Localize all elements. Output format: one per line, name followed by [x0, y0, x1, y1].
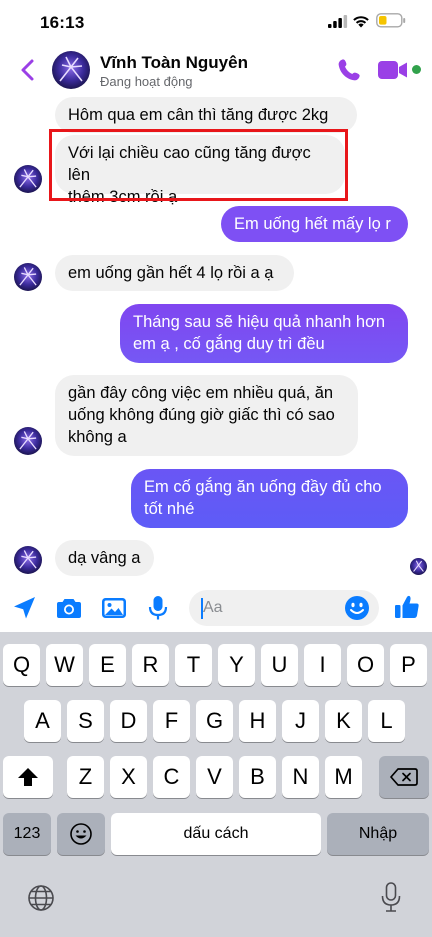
wifi-icon	[353, 16, 369, 28]
key-n[interactable]: N	[282, 756, 319, 798]
message-text-line: không a	[68, 428, 127, 446]
globe-icon[interactable]	[27, 884, 55, 912]
camera-icon[interactable]	[55, 594, 83, 622]
key-c[interactable]: C	[153, 756, 190, 798]
message-composer: Aa	[0, 584, 432, 632]
message-text-line: uống không đúng giờ giấc thì có sao	[68, 406, 335, 424]
message-incoming[interactable]: em uống gần hết 4 lọ rồi a ạ	[55, 255, 294, 291]
key-k[interactable]: K	[325, 700, 362, 742]
avatar-image	[14, 427, 42, 455]
key-e[interactable]: E	[89, 644, 126, 686]
microphone-icon[interactable]	[144, 594, 172, 622]
key-q[interactable]: Q	[3, 644, 40, 686]
key-x[interactable]: X	[110, 756, 147, 798]
key-p[interactable]: P	[390, 644, 427, 686]
location-arrow-icon[interactable]	[11, 594, 39, 622]
sender-avatar[interactable]	[14, 546, 42, 574]
sender-avatar[interactable]	[14, 427, 42, 455]
keyboard: Q W E R T Y U I O P A S D F G H J K L Z …	[0, 632, 432, 937]
message-text-line: em ạ , cố gắng duy trì đều	[133, 335, 325, 353]
status-time: 16:13	[40, 13, 85, 32]
photo-gallery-icon[interactable]	[100, 594, 128, 622]
key-u[interactable]: U	[261, 644, 298, 686]
online-indicator	[412, 65, 421, 74]
avatar-image	[14, 546, 42, 574]
key-r[interactable]: R	[132, 644, 169, 686]
sender-avatar[interactable]	[14, 165, 42, 193]
key-f[interactable]: F	[153, 700, 190, 742]
contact-name[interactable]: Vĩnh Toàn Nguyên	[100, 53, 248, 73]
contact-avatar[interactable]	[52, 51, 90, 89]
shift-key[interactable]	[3, 756, 53, 798]
key-w[interactable]: W	[46, 644, 83, 686]
contact-status: Đang hoạt động	[100, 74, 193, 89]
avatar-image	[410, 558, 427, 575]
key-y[interactable]: Y	[218, 644, 255, 686]
message-text: em uống gần hết 4 lọ rồi a ạ	[68, 264, 274, 282]
avatar-image	[14, 165, 42, 193]
back-button[interactable]	[14, 56, 42, 84]
emoji-keyboard-key[interactable]	[57, 813, 105, 855]
signal-icon	[328, 15, 348, 28]
message-incoming[interactable]: Hôm qua em cân thì tăng được 2kg	[55, 97, 357, 133]
message-text: Hôm qua em cân thì tăng được 2kg	[68, 106, 329, 124]
emoji-keyboard-icon	[70, 823, 92, 845]
message-text: dạ vâng a	[68, 549, 141, 567]
backspace-key[interactable]	[379, 756, 429, 798]
red-highlight-box	[49, 129, 348, 201]
key-b[interactable]: B	[239, 756, 276, 798]
video-call-button[interactable]	[378, 60, 408, 80]
message-input-placeholder: Aa	[203, 599, 223, 616]
key-a[interactable]: A	[24, 700, 61, 742]
dictation-microphone-icon[interactable]	[380, 882, 402, 914]
message-text-line: Tháng sau sẽ hiệu quả nhanh hơn	[133, 313, 386, 331]
thumbs-up-icon[interactable]	[393, 593, 421, 621]
avatar-image	[14, 263, 42, 291]
avatar-image	[52, 51, 90, 89]
numbers-key[interactable]: 123	[3, 813, 51, 855]
key-m[interactable]: M	[325, 756, 362, 798]
key-z[interactable]: Z	[67, 756, 104, 798]
key-g[interactable]: G	[196, 700, 233, 742]
phone-call-button[interactable]	[336, 57, 362, 83]
message-outgoing[interactable]: Tháng sau sẽ hiệu quả nhanh hơn em ạ , c…	[120, 304, 408, 363]
backspace-icon	[390, 768, 418, 786]
key-j[interactable]: J	[282, 700, 319, 742]
battery-icon	[376, 13, 406, 28]
space-key[interactable]: dấu cách	[111, 813, 321, 855]
key-s[interactable]: S	[67, 700, 104, 742]
shift-arrow-icon	[18, 768, 38, 786]
key-v[interactable]: V	[196, 756, 233, 798]
key-l[interactable]: L	[368, 700, 405, 742]
sender-avatar[interactable]	[14, 263, 42, 291]
message-text-line: gần đây công việc em nhiều quá, ăn	[68, 384, 334, 402]
message-incoming[interactable]: dạ vâng a	[55, 540, 154, 576]
seen-receipt-avatar	[410, 558, 427, 575]
message-text: Em uống hết mấy lọ r	[234, 215, 391, 233]
return-key[interactable]: Nhập	[327, 813, 429, 855]
status-bar: 16:13	[0, 0, 432, 44]
chat-header: Vĩnh Toàn Nguyên Đang hoạt động	[0, 44, 432, 96]
key-o[interactable]: O	[347, 644, 384, 686]
emoji-icon[interactable]	[344, 595, 370, 621]
message-outgoing[interactable]: Em cố gắng ăn uống đầy đủ cho tốt nhé	[131, 469, 408, 528]
message-incoming[interactable]: gần đây công việc em nhiều quá, ăn uống …	[55, 375, 358, 456]
message-outgoing[interactable]: Em uống hết mấy lọ r	[221, 206, 408, 242]
message-text-line: Em cố gắng ăn uống đầy đủ cho	[144, 478, 382, 496]
message-text-line: tốt nhé	[144, 500, 195, 518]
key-d[interactable]: D	[110, 700, 147, 742]
key-t[interactable]: T	[175, 644, 212, 686]
key-h[interactable]: H	[239, 700, 276, 742]
key-i[interactable]: I	[304, 644, 341, 686]
